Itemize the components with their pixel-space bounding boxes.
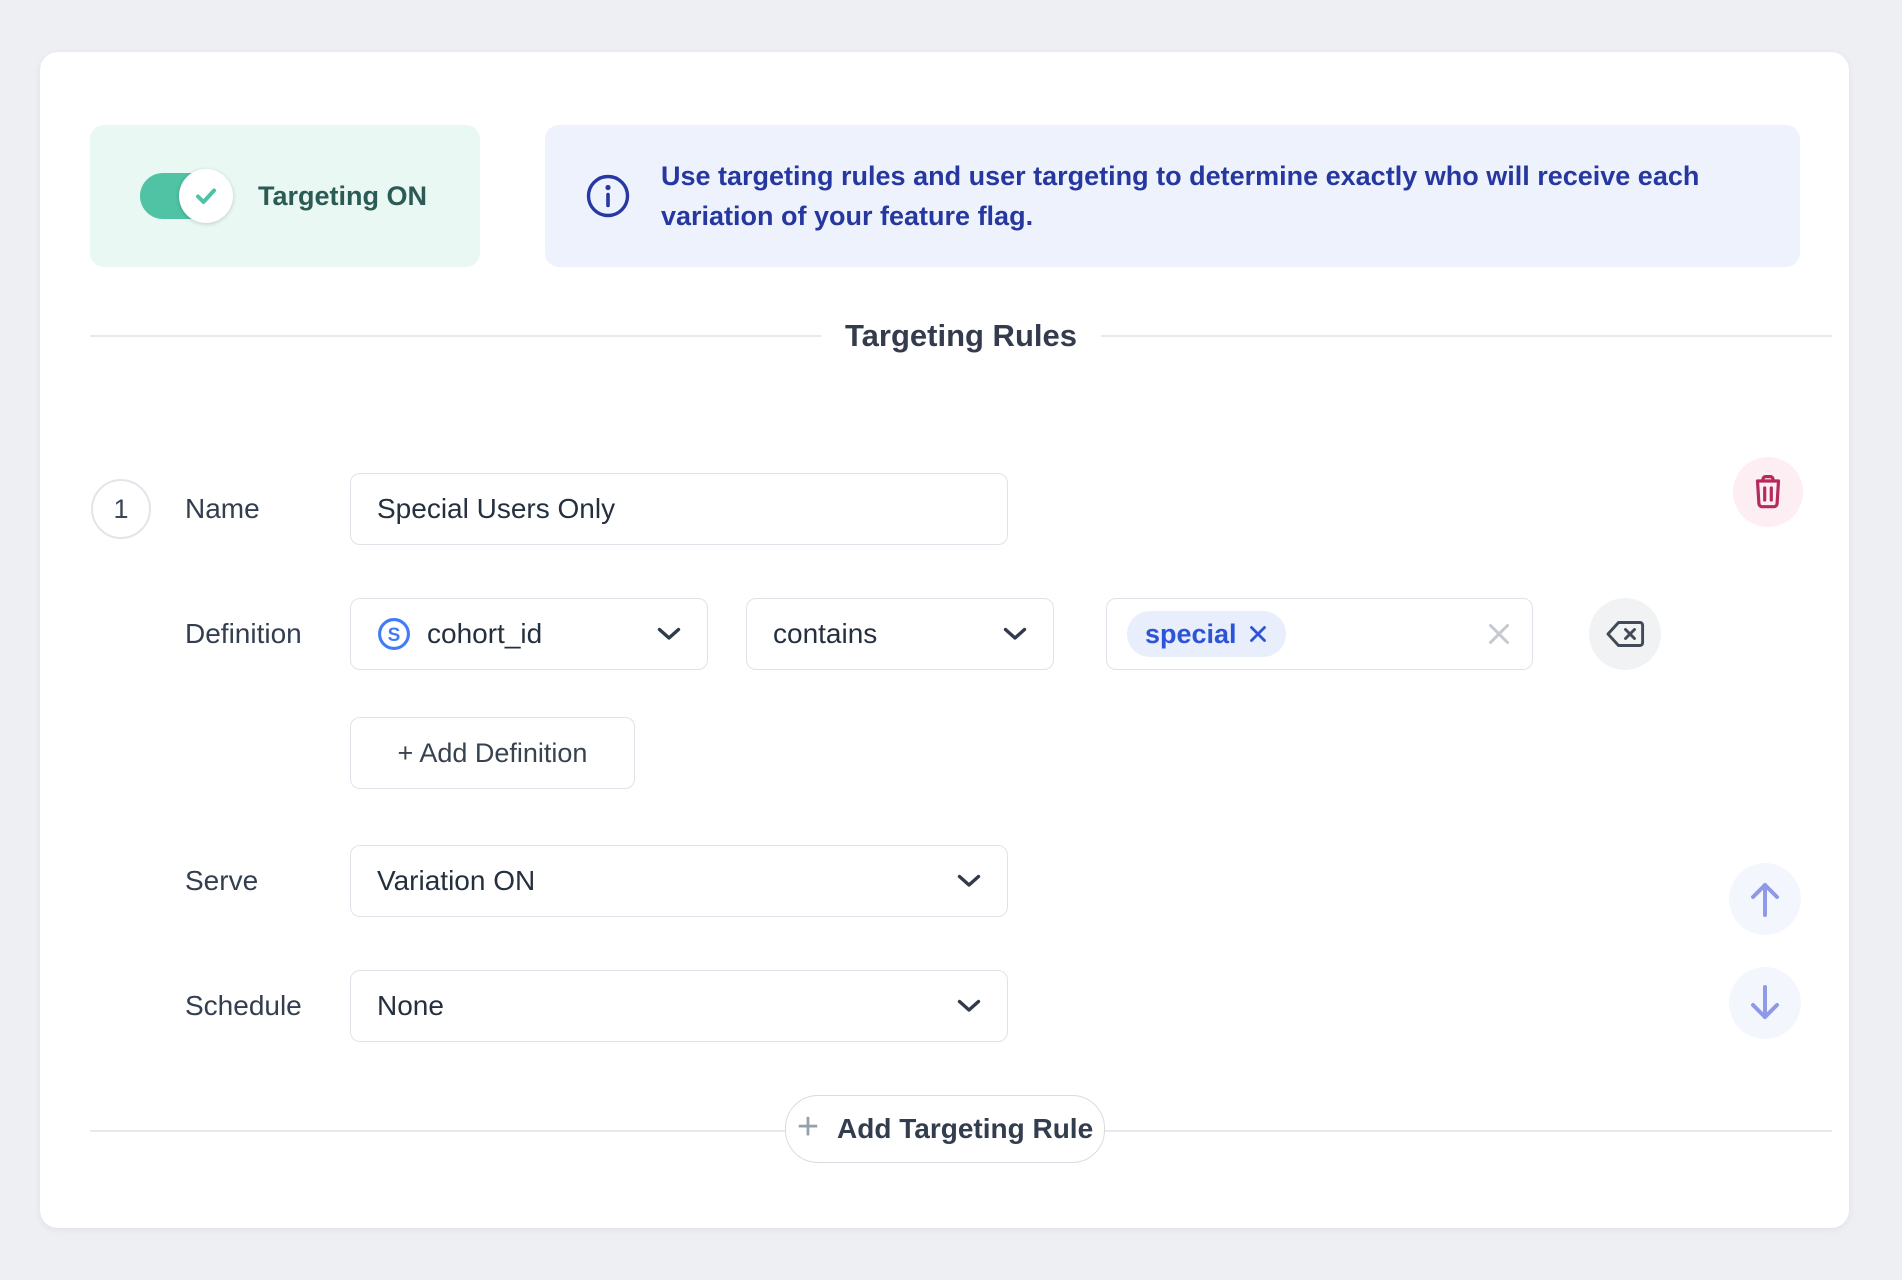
targeting-toggle[interactable] xyxy=(140,169,233,223)
targeting-toggle-box: Targeting ON xyxy=(90,125,480,267)
serve-label: Serve xyxy=(185,865,259,896)
toggle-knob xyxy=(179,169,233,223)
delete-rule-button[interactable] xyxy=(1733,457,1803,527)
backspace-icon xyxy=(1606,621,1645,647)
rule-schedule-row: Schedule None xyxy=(185,970,1008,1042)
chevron-down-icon xyxy=(1003,627,1027,641)
statsig-s-icon: S xyxy=(378,618,410,650)
attribute-select-value: cohort_id xyxy=(427,618,543,649)
divider xyxy=(1100,335,1832,337)
rule-name-row: Name Special Users Only xyxy=(185,473,1008,545)
move-rule-up-button[interactable] xyxy=(1729,863,1801,935)
serve-select-value: Variation ON xyxy=(377,865,536,896)
targeting-toggle-label: Targeting ON xyxy=(258,180,428,211)
info-banner: Use targeting rules and user targeting t… xyxy=(545,125,1800,267)
chevron-down-icon xyxy=(957,874,981,888)
info-banner-text: Use targeting rules and user targeting t… xyxy=(661,161,1700,231)
operator-select[interactable]: contains xyxy=(746,598,1054,670)
rule-definition-row: Definition S cohort_id contains special xyxy=(185,598,1533,670)
schedule-select-value: None xyxy=(377,990,444,1021)
values-tag-input[interactable]: special xyxy=(1106,598,1533,670)
rule-name-value: Special Users Only xyxy=(377,493,616,524)
remove-definition-button[interactable] xyxy=(1589,598,1661,670)
section-title: Targeting Rules xyxy=(845,318,1077,353)
targeting-panel: Targeting ON Use targeting rules and use… xyxy=(40,52,1849,1228)
arrow-down-icon xyxy=(1751,985,1779,1019)
divider xyxy=(90,335,822,337)
schedule-label: Schedule xyxy=(185,990,302,1021)
x-icon[interactable] xyxy=(1248,624,1268,644)
definition-label: Definition xyxy=(185,618,302,649)
svg-text:S: S xyxy=(388,625,401,646)
chevron-down-icon xyxy=(657,627,681,641)
name-label: Name xyxy=(185,493,260,524)
x-icon xyxy=(1489,624,1509,644)
add-definition-button[interactable]: + Add Definition xyxy=(350,717,635,789)
arrow-up-icon xyxy=(1751,883,1779,917)
value-chip-label: special xyxy=(1145,618,1237,649)
rule-serve-row: Serve Variation ON xyxy=(185,845,1008,917)
clear-values-button[interactable] xyxy=(1486,621,1512,647)
trash-icon xyxy=(1755,475,1781,509)
move-rule-down-button[interactable] xyxy=(1729,967,1801,1039)
check-icon xyxy=(196,188,216,204)
attribute-select[interactable]: S cohort_id xyxy=(350,598,708,670)
add-targeting-rule-label: Add Targeting Rule xyxy=(837,1113,1094,1144)
add-targeting-rule-button[interactable]: + Add Targeting Rule xyxy=(785,1095,1105,1163)
rule-number-badge: 1 xyxy=(91,479,151,539)
targeting-rules-header: Targeting Rules xyxy=(90,310,1832,362)
rule-name-input[interactable]: Special Users Only xyxy=(350,473,1008,545)
add-definition-row: + Add Definition xyxy=(350,717,635,789)
chevron-down-icon xyxy=(957,999,981,1013)
value-chip: special xyxy=(1127,611,1286,657)
plus-icon: + xyxy=(796,1106,820,1148)
info-icon xyxy=(586,174,630,218)
schedule-select[interactable]: None xyxy=(350,970,1008,1042)
operator-select-value: contains xyxy=(773,618,878,649)
serve-select[interactable]: Variation ON xyxy=(350,845,1008,917)
